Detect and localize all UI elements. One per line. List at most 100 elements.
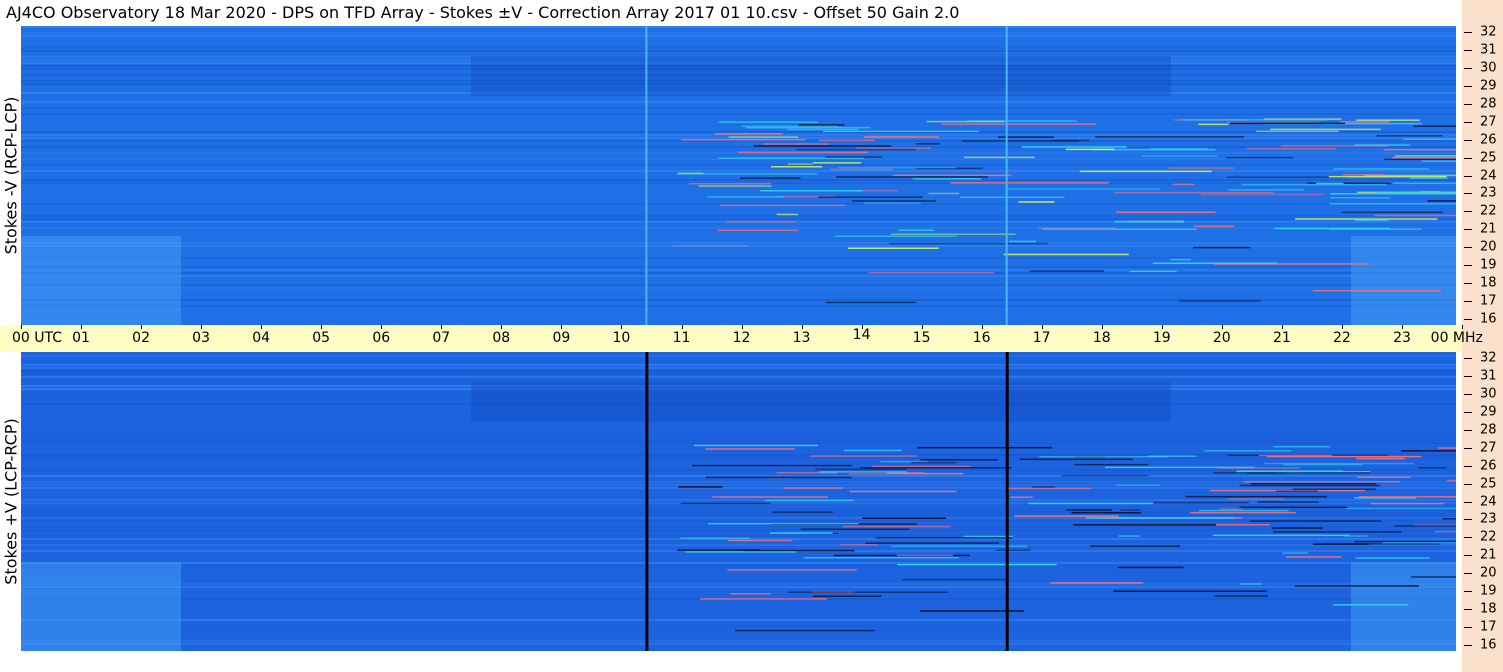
- interference-streak: [1148, 455, 1197, 457]
- interference-streak: [825, 156, 882, 158]
- time-tick: [1161, 325, 1163, 329]
- frequency-tick: [1464, 121, 1472, 123]
- interference-streak: [836, 176, 989, 178]
- frequency-tick-label: 19: [1480, 257, 1497, 273]
- interference-streak: [1120, 509, 1141, 511]
- interference-streak: [678, 486, 723, 488]
- time-tick: [1041, 325, 1043, 329]
- interference-streak: [851, 200, 936, 202]
- time-tick-label: 15: [912, 330, 931, 346]
- interference-streak: [730, 593, 771, 595]
- interference-streak: [1312, 290, 1441, 292]
- interference-streak: [862, 517, 947, 519]
- interference-streak: [1014, 515, 1119, 517]
- interference-streak: [1028, 502, 1153, 505]
- interference-streak: [1273, 446, 1331, 448]
- time-tick: [1281, 325, 1283, 329]
- frequency-tick: [1464, 103, 1472, 105]
- interference-streak: [718, 121, 818, 123]
- interference-streak: [1354, 497, 1417, 499]
- spectrogram-band: [21, 227, 1456, 229]
- interference-streak: [1256, 130, 1339, 133]
- frequency-tick: [1464, 609, 1472, 611]
- interference-streak: [1329, 203, 1456, 205]
- time-tick-label: 17: [1032, 330, 1051, 346]
- spectrogram-bright-corner: [21, 236, 181, 325]
- time-tick: [921, 325, 923, 329]
- interference-streak: [720, 204, 846, 207]
- interference-streak: [691, 464, 852, 467]
- time-tick-label: 04: [252, 330, 271, 346]
- interference-streak: [1198, 509, 1289, 512]
- spectrogram-band: [21, 107, 1456, 109]
- interference-streak: [783, 487, 843, 489]
- interference-streak: [1383, 158, 1456, 161]
- interference-streak: [688, 182, 771, 185]
- spectrogram-band: [21, 562, 1456, 564]
- interference-streak: [1079, 170, 1212, 173]
- frequency-tick-label: 21: [1480, 221, 1497, 237]
- interference-streak: [705, 448, 795, 450]
- interference-streak: [1339, 121, 1390, 123]
- lower-frequency-axis: 16 17 18 19 20 21 22 23 24 25 26 27 28 29 30 31 32: [1456, 352, 1503, 652]
- frequency-tick: [1464, 645, 1472, 646]
- spectrogram-band: [21, 269, 1456, 271]
- interference-streak: [830, 168, 893, 171]
- spectrogram-band: [21, 487, 1456, 489]
- interference-streak: [1061, 474, 1149, 477]
- interference-streak: [818, 196, 923, 198]
- spectrogram-band: [21, 287, 1456, 289]
- time-tick-label: 01: [72, 330, 90, 346]
- interference-streak: [1021, 146, 1127, 148]
- interference-streak: [1391, 157, 1456, 159]
- interference-streak: [912, 178, 981, 180]
- interference-streak: [842, 525, 951, 528]
- spectrogram-band: [21, 457, 1456, 459]
- interference-streak: [726, 221, 796, 223]
- spectrogram-band: [21, 284, 1456, 286]
- interference-streak: [680, 537, 750, 539]
- upper-y-axis-label-text: Stokes -V (RCP-LCP): [1, 96, 21, 255]
- frequency-tick: [1464, 411, 1472, 413]
- interference-streak: [770, 166, 823, 168]
- frequency-tick-label: 30: [1480, 60, 1497, 76]
- interference-streak: [898, 229, 934, 231]
- frequency-tick-label: 22: [1480, 529, 1497, 545]
- spectrogram-band: [21, 146, 1456, 148]
- interference-streak: [1355, 557, 1430, 559]
- interference-streak: [1010, 496, 1033, 498]
- frequency-tick: [1464, 429, 1472, 431]
- frequency-tick-label: 20: [1480, 239, 1497, 255]
- interference-streak: [1239, 583, 1262, 585]
- interference-streak: [1246, 147, 1336, 150]
- interference-streak: [1403, 138, 1456, 140]
- vertical-event-line-1: [645, 26, 648, 325]
- interference-streak: [911, 461, 957, 464]
- interference-streak: [1227, 498, 1285, 500]
- time-tick-label: 10: [612, 330, 631, 346]
- spectrogram-band: [21, 544, 1456, 546]
- frequency-tick: [1464, 193, 1472, 195]
- interference-streak: [1295, 218, 1438, 220]
- time-tick-label: 00 UTC: [12, 330, 63, 346]
- interference-streak: [875, 537, 1013, 539]
- interference-streak: [1182, 119, 1328, 121]
- interference-streak: [928, 192, 960, 195]
- interference-streak: [838, 166, 956, 169]
- time-tick: [981, 325, 983, 329]
- spectrogram-band: [21, 364, 1456, 366]
- time-tick: [1221, 325, 1223, 329]
- spectrogram-band: [21, 481, 1456, 483]
- spectrogram-band: [21, 442, 1456, 444]
- time-tick: [381, 325, 383, 329]
- spectrogram-band: [21, 514, 1456, 516]
- interference-streak: [1410, 576, 1456, 578]
- interference-streak: [859, 467, 1012, 469]
- interference-streak: [1189, 511, 1296, 514]
- interference-streak: [714, 133, 783, 135]
- interference-streak: [708, 522, 859, 525]
- interference-streak: [896, 554, 953, 557]
- time-tick: [21, 325, 22, 329]
- frequency-tick: [1464, 319, 1472, 320]
- spectrogram-band: [21, 272, 1456, 274]
